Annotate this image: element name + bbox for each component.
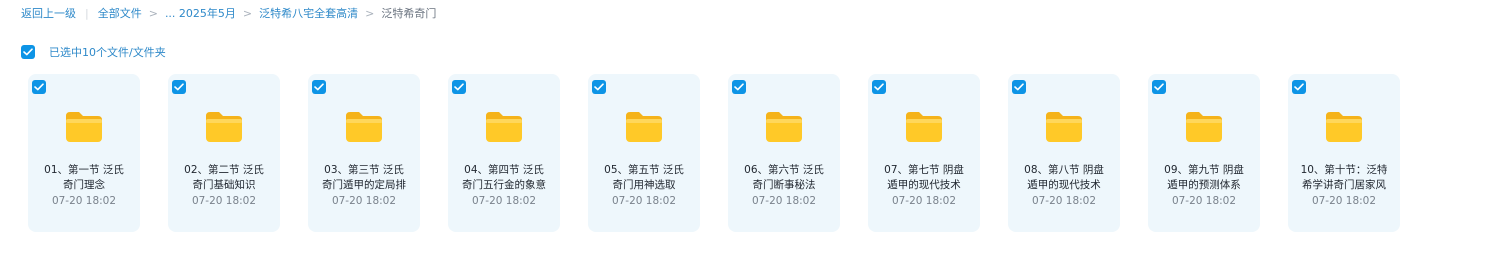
folder-checkbox[interactable] [732, 80, 746, 94]
folder-icon [906, 112, 942, 142]
folder-icon [66, 112, 102, 142]
folder-name: 07、第七节 阴盘 遁甲的现代技术 [874, 163, 974, 193]
checkmark-icon [734, 83, 744, 91]
folder-name: 04、第四节 泛氏 奇门五行金的象意 [454, 163, 554, 193]
folder-name-line-1: 06、第六节 泛氏 [744, 164, 824, 176]
folder-name-line-2: 奇门遁甲的定局排 [322, 179, 406, 191]
breadcrumb-separator: > [365, 7, 375, 20]
folder-icon [1186, 112, 1222, 142]
breadcrumb-separator: > [242, 7, 253, 20]
folder-icon [1326, 112, 1362, 142]
folder-name-line-2: 奇门理念 [63, 179, 105, 191]
all-files-link[interactable]: 全部文件 [98, 7, 142, 21]
folder-name: 06、第六节 泛氏 奇门断事秘法 [734, 163, 834, 193]
folder-date: 07-20 18:02 [331, 195, 397, 207]
folder-date: 07-20 18:02 [1171, 195, 1237, 207]
folder-date: 07-20 18:02 [891, 195, 957, 207]
folder-card[interactable]: 06、第六节 泛氏 奇门断事秘法 07-20 18:02 [728, 74, 840, 232]
checkmark-icon [1294, 83, 1304, 91]
folder-name-line-2: 希学讲奇门居家风 [1302, 179, 1386, 191]
folder-name-line-2: 遁甲的现代技术 [887, 179, 961, 191]
checkmark-icon [874, 83, 884, 91]
select-all-checkbox[interactable] [21, 44, 35, 59]
breadcrumb-current-folder: 泛特希奇门 [381, 7, 437, 20]
folder-checkbox[interactable] [172, 80, 186, 94]
folder-date: 07-20 18:02 [191, 195, 257, 207]
folder-name: 02、第二节 泛氏 奇门基础知识 [174, 163, 274, 193]
folder-name-line-2: 奇门用神选取 [612, 179, 676, 191]
folder-icon [206, 112, 242, 142]
folder-icon [346, 112, 382, 142]
folder-icon [486, 112, 522, 142]
folder-icon [766, 112, 802, 142]
breadcrumb-separator: > [148, 7, 158, 20]
checkmark-icon [34, 83, 44, 91]
folder-date: 07-20 18:02 [1031, 195, 1097, 207]
folder-date: 07-20 18:02 [1311, 195, 1377, 207]
breadcrumb-divider: | [85, 7, 89, 20]
folder-name: 10、第十节：泛特 希学讲奇门居家风 [1294, 163, 1394, 193]
checkmark-icon [454, 83, 464, 91]
folder-date: 07-20 18:02 [471, 195, 537, 207]
folder-date: 07-20 18:02 [611, 195, 677, 207]
folder-name-line-1: 05、第五节 泛氏 [604, 164, 684, 176]
breadcrumb: 返回上一级 | 全部文件 > ... 2025年5月 > 泛特希八宅全套高清 >… [21, 7, 436, 21]
folder-checkbox[interactable] [452, 80, 466, 94]
breadcrumb-item-2025-may[interactable]: ... 2025年5月 [165, 7, 236, 21]
folder-card[interactable]: 08、第八节 阴盘 遁甲的现代技术 07-20 18:02 [1008, 74, 1120, 232]
folder-icon [626, 112, 662, 142]
folder-name: 08、第八节 阴盘 遁甲的现代技术 [1014, 163, 1114, 193]
folder-checkbox[interactable] [872, 80, 886, 94]
folder-card[interactable]: 03、第三节 泛氏 奇门遁甲的定局排 07-20 18:02 [308, 74, 420, 232]
back-link[interactable]: 返回上一级 [21, 7, 76, 21]
folder-checkbox[interactable] [1012, 80, 1026, 94]
folder-name-line-1: 10、第十节：泛特 [1300, 164, 1388, 176]
selection-bar: 已选中10个文件/文件夹 [21, 44, 166, 59]
folder-name-line-1: 07、第七节 阴盘 [884, 164, 964, 176]
selection-count-text: 已选中10个文件/文件夹 [49, 45, 166, 59]
folder-card[interactable]: 04、第四节 泛氏 奇门五行金的象意 07-20 18:02 [448, 74, 560, 232]
breadcrumb-item-parent-folder[interactable]: 泛特希八宅全套高清 [259, 7, 358, 21]
folder-name-line-2: 奇门断事秘法 [752, 179, 816, 191]
folder-card[interactable]: 10、第十节：泛特 希学讲奇门居家风 07-20 18:02 [1288, 74, 1400, 232]
checkmark-icon [314, 83, 324, 91]
folder-card[interactable]: 02、第二节 泛氏 奇门基础知识 07-20 18:02 [168, 74, 280, 232]
folder-icon [1046, 112, 1082, 142]
folder-checkbox[interactable] [312, 80, 326, 94]
folder-name-line-1: 03、第三节 泛氏 [324, 164, 404, 176]
folder-name: 01、第一节 泛氏 奇门理念 [34, 163, 134, 193]
folder-card[interactable]: 09、第九节 阴盘 遁甲的预测体系 07-20 18:02 [1148, 74, 1260, 232]
folder-checkbox[interactable] [1292, 80, 1306, 94]
folder-name-line-1: 02、第二节 泛氏 [184, 164, 264, 176]
folder-card[interactable]: 05、第五节 泛氏 奇门用神选取 07-20 18:02 [588, 74, 700, 232]
folder-name-line-2: 奇门基础知识 [192, 179, 256, 191]
folder-card[interactable]: 01、第一节 泛氏 奇门理念 07-20 18:02 [28, 74, 140, 232]
folder-checkbox[interactable] [1152, 80, 1166, 94]
folder-name-line-1: 04、第四节 泛氏 [464, 164, 544, 176]
folder-checkbox[interactable] [592, 80, 606, 94]
checkmark-icon [1154, 83, 1164, 91]
folder-name-line-2: 奇门五行金的象意 [462, 179, 546, 191]
folder-name-line-1: 08、第八节 阴盘 [1024, 164, 1104, 176]
folder-checkbox[interactable] [32, 80, 46, 94]
folder-name-line-2: 遁甲的现代技术 [1027, 179, 1101, 191]
folder-name: 09、第九节 阴盘 遁甲的预测体系 [1154, 163, 1254, 193]
folder-name: 05、第五节 泛氏 奇门用神选取 [594, 163, 694, 193]
folder-name-line-1: 09、第九节 阴盘 [1164, 164, 1244, 176]
file-grid: 01、第一节 泛氏 奇门理念 07-20 18:02 02、第二节 泛氏 奇门基… [28, 74, 1428, 232]
folder-name-line-1: 01、第一节 泛氏 [44, 164, 124, 176]
folder-date: 07-20 18:02 [51, 195, 117, 207]
folder-card[interactable]: 07、第七节 阴盘 遁甲的现代技术 07-20 18:02 [868, 74, 980, 232]
folder-name: 03、第三节 泛氏 奇门遁甲的定局排 [314, 163, 414, 193]
folder-date: 07-20 18:02 [751, 195, 817, 207]
checkmark-icon [594, 83, 604, 91]
folder-name-line-2: 遁甲的预测体系 [1167, 179, 1241, 191]
checkmark-icon [1014, 83, 1024, 91]
checkmark-icon [174, 83, 184, 91]
checkmark-icon [23, 47, 33, 55]
